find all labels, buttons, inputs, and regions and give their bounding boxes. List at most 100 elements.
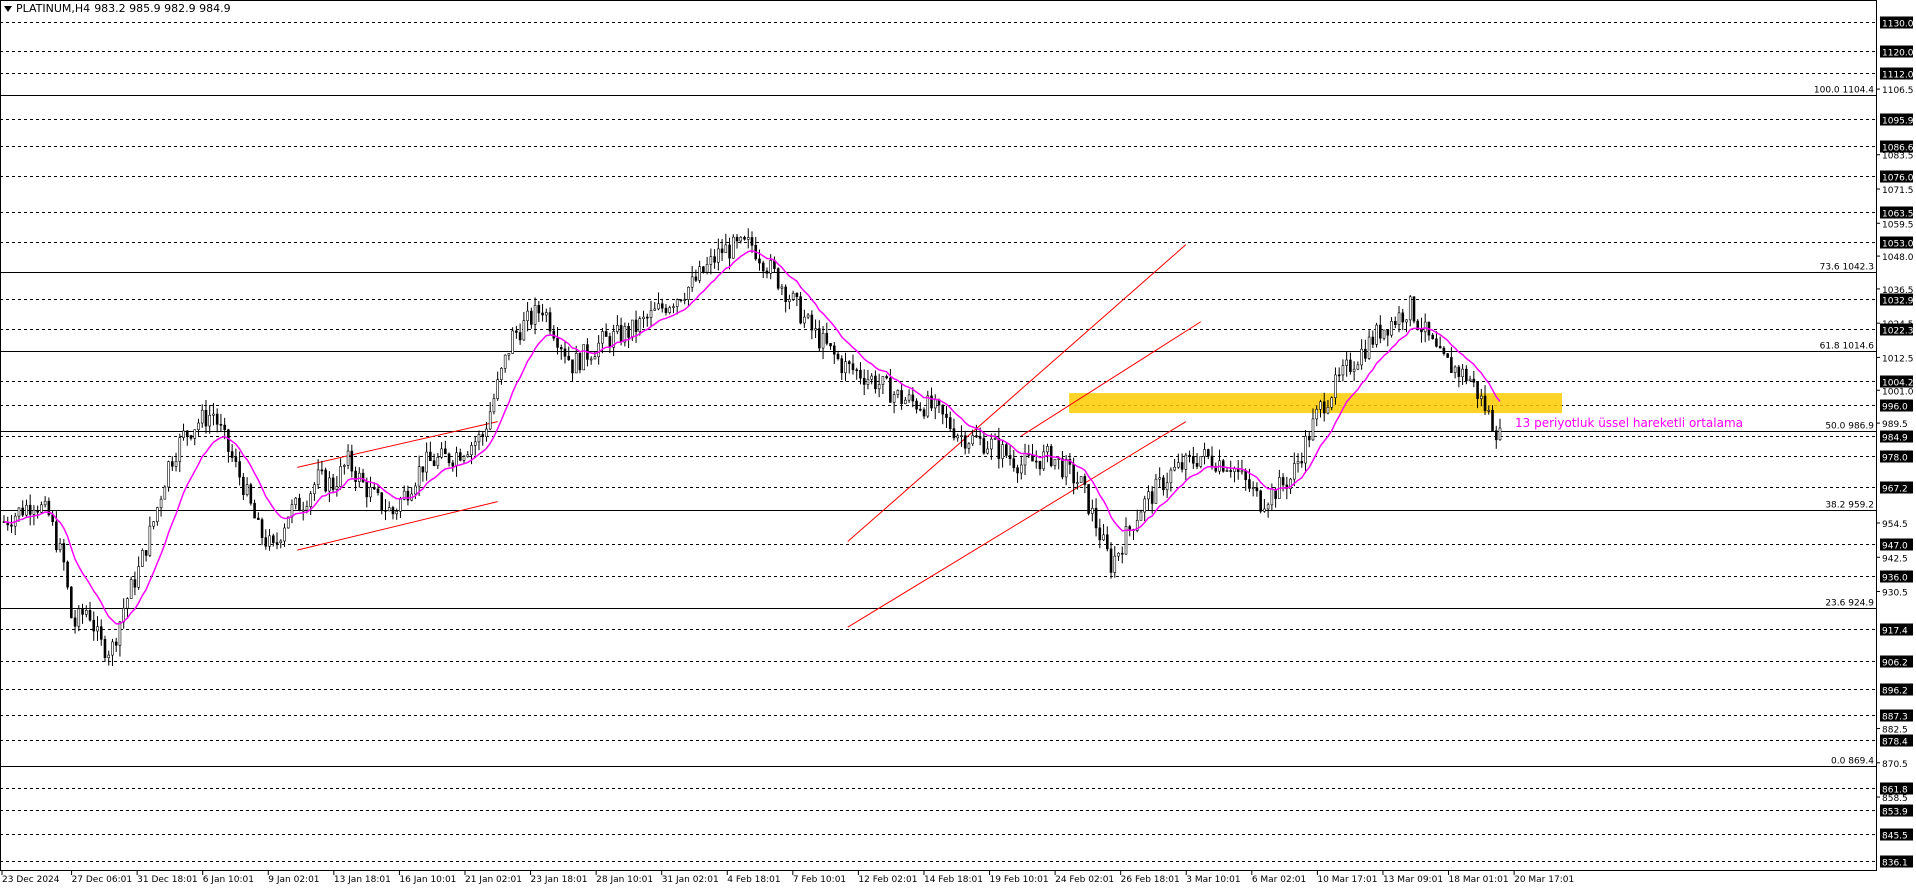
candle-body xyxy=(840,358,844,374)
annotations: 13 periyotluk üssel hareketli ortalama xyxy=(1515,416,1743,430)
candle-body xyxy=(77,608,81,627)
time-label: 7 Feb 10:01 xyxy=(793,875,846,885)
candle-body xyxy=(627,326,630,338)
axis-tick-label: 870.5 xyxy=(1882,760,1908,770)
candle-body xyxy=(204,409,208,427)
candle-body xyxy=(1177,462,1180,468)
collapse-triangle-icon[interactable] xyxy=(4,5,12,12)
candle-body xyxy=(171,461,174,467)
level-label: 1076.0 xyxy=(1882,174,1914,184)
candle-body xyxy=(43,500,47,506)
candle-body xyxy=(1102,534,1105,541)
candle-body xyxy=(1192,456,1195,464)
candle-body xyxy=(1461,368,1464,377)
candle-body xyxy=(679,299,683,302)
candle-body xyxy=(780,286,784,289)
candle-body xyxy=(582,344,586,371)
candle-body xyxy=(541,312,544,316)
candle-body xyxy=(511,330,514,354)
candle-body xyxy=(1083,476,1087,485)
level-label: 1130.0 xyxy=(1882,20,1914,30)
candle-body xyxy=(66,561,69,588)
candle-body xyxy=(694,276,698,281)
candle-body xyxy=(268,535,271,547)
time-label: 3 Mar 10:01 xyxy=(1186,875,1240,885)
candle-body xyxy=(421,466,425,473)
candle-body xyxy=(829,343,832,347)
candle-body xyxy=(877,384,881,390)
axis-tick-label: 1012.5 xyxy=(1882,354,1914,364)
candle-body xyxy=(750,237,754,246)
candle-body xyxy=(896,390,900,395)
candle-body xyxy=(350,450,354,472)
candle-body xyxy=(563,348,567,357)
axis-tick-label: 882.5 xyxy=(1882,726,1908,736)
candle-body xyxy=(417,466,421,487)
candle-body xyxy=(1401,312,1405,323)
time-label: 24 Feb 02:01 xyxy=(1055,875,1114,885)
candle-body xyxy=(930,395,933,409)
level-label: 1063.5 xyxy=(1882,210,1914,220)
time-label: 16 Jan 10:01 xyxy=(399,875,456,885)
symbol-name: PLATINUM,H4 xyxy=(16,2,91,15)
candle-body xyxy=(118,621,122,646)
candle-body xyxy=(1360,348,1363,366)
ema-annotation: 13 periyotluk üssel hareketli ortalama xyxy=(1515,416,1743,430)
level-label: 1095.9 xyxy=(1882,117,1914,127)
candle-body xyxy=(361,472,365,483)
candle-body xyxy=(1371,336,1375,345)
axis-tick-label: 1059.5 xyxy=(1882,220,1914,230)
candle-body xyxy=(1352,368,1356,372)
level-label: 853.9 xyxy=(1882,808,1908,818)
candle-body xyxy=(1364,348,1367,359)
candle-body xyxy=(967,443,971,449)
candle-body xyxy=(631,319,634,338)
candle-body xyxy=(739,236,743,242)
candle-body xyxy=(387,507,391,512)
candle-body xyxy=(717,248,720,263)
candle-body xyxy=(249,484,253,504)
ohlc-values: 983.2 985.9 982.9 984.9 xyxy=(94,2,231,15)
candle-body xyxy=(238,461,241,478)
candle-body xyxy=(859,369,862,379)
level-label: 878.4 xyxy=(1882,738,1908,748)
level-label: 978.0 xyxy=(1882,454,1908,464)
candle-body xyxy=(81,608,84,615)
candle-body xyxy=(414,485,417,495)
candle-body xyxy=(451,462,455,467)
candle-body xyxy=(1038,460,1042,470)
candle-body xyxy=(698,266,701,281)
candle-body xyxy=(518,332,522,341)
candle-body xyxy=(578,352,582,371)
candle-body xyxy=(769,260,773,274)
candle-body xyxy=(776,268,780,289)
candle-body xyxy=(1199,456,1203,467)
candle-body xyxy=(1322,401,1326,414)
candle-body xyxy=(870,375,873,380)
candle-body xyxy=(193,429,197,439)
candle-body xyxy=(672,306,675,308)
candle-body xyxy=(675,299,679,307)
candle-body xyxy=(399,498,402,512)
candle-body xyxy=(533,305,537,325)
level-label: 896.2 xyxy=(1882,687,1908,697)
candle-body xyxy=(941,404,945,415)
candle-body xyxy=(257,517,260,520)
candle-body xyxy=(1184,454,1188,470)
level-label: 1032.9 xyxy=(1882,297,1914,307)
candle-body xyxy=(473,441,477,446)
candle-body xyxy=(230,451,234,458)
candle-body xyxy=(1061,458,1064,478)
candle-body xyxy=(597,342,600,358)
axis-tick-label: 954.5 xyxy=(1882,520,1908,530)
fib-label: 38.2 959.2 xyxy=(1825,501,1874,511)
candle-body xyxy=(148,525,152,556)
candle-body xyxy=(904,399,907,404)
axis-tick-label: 1036.5 xyxy=(1882,286,1914,296)
candle-body xyxy=(343,465,346,467)
candle-body xyxy=(1150,491,1154,504)
candle-body xyxy=(795,292,799,297)
price-chart[interactable]: 100.0 1104.4 73.6 1042.3 61.8 1014.6 50.0 9… xyxy=(0,0,1916,888)
candle-body xyxy=(1487,409,1491,412)
candle-body xyxy=(945,413,948,418)
